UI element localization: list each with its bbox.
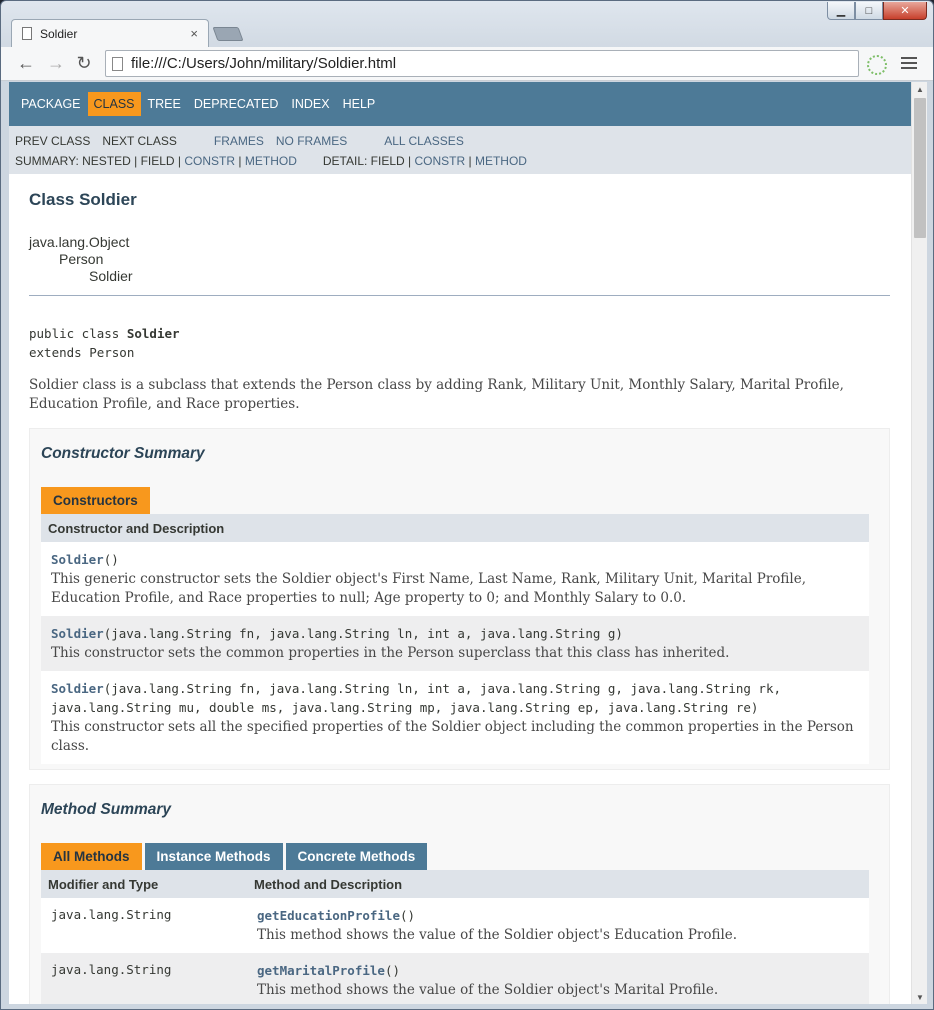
- url-text[interactable]: file:///C:/Users/John/military/Soldier.h…: [131, 55, 396, 72]
- constructor-description: This constructor sets all the specified …: [51, 719, 854, 754]
- col-method-description: Method and Description: [254, 876, 403, 892]
- method-summary: Method Summary All Methods Instance Meth…: [29, 784, 890, 1004]
- inheritance-tree: java.lang.Object Person Soldier: [29, 234, 891, 285]
- close-window-button[interactable]: ✕: [883, 2, 927, 20]
- browser-window: Soldier × ▁ □ ✕ ← → ↻ file:///C:/Users/J…: [0, 0, 934, 1010]
- no-frames-link[interactable]: NO FRAMES: [276, 134, 347, 148]
- inheritance-soldier: Soldier: [89, 268, 133, 284]
- detail-label: DETAIL: FIELD |: [322, 154, 412, 168]
- constructor-summary-heading: Constructor Summary: [41, 445, 205, 462]
- method-summary-heading: Method Summary: [41, 801, 172, 818]
- new-tab-button[interactable]: [212, 27, 244, 41]
- nav-deprecated[interactable]: DEPRECATED: [188, 92, 285, 116]
- method-description: This method shows the value of the Soldi…: [257, 982, 719, 998]
- page-title: Class Soldier: [29, 190, 137, 209]
- sub-navigation: PREV CLASS NEXT CLASS FRAMES NO FRAMES A…: [9, 126, 911, 174]
- method-link[interactable]: getEducationProfile: [257, 908, 400, 923]
- summary-method-link[interactable]: METHOD: [245, 154, 297, 168]
- detail-method-link[interactable]: METHOD: [475, 154, 527, 168]
- page-icon: [112, 56, 123, 71]
- browser-toolbar: ← → ↻ file:///C:/Users/John/military/Sol…: [1, 47, 933, 81]
- method-table: Modifier and Type Method and Description…: [41, 870, 869, 1004]
- constructor-params: (java.lang.String fn, java.lang.String l…: [103, 626, 623, 641]
- method-link[interactable]: getMaritalProfile: [257, 963, 385, 978]
- main-content: Class Soldier java.lang.Object Person So…: [9, 174, 911, 1004]
- page-viewport: PACKAGE CLASS TREE DEPRECATED INDEX HELP…: [9, 82, 911, 1004]
- top-navigation: PACKAGE CLASS TREE DEPRECATED INDEX HELP: [9, 82, 911, 126]
- class-description: Soldier class is a subclass that extends…: [29, 377, 844, 412]
- title-bar: Soldier × ▁ □ ✕: [1, 1, 933, 47]
- method-table-header: Modifier and Type Method and Description: [41, 870, 869, 898]
- constructor-summary: Constructor Summary Constructors Constru…: [29, 428, 890, 770]
- constructors-caption: Constructors: [41, 487, 150, 514]
- next-class-link: NEXT CLASS: [102, 134, 177, 148]
- decl-class-name: Soldier: [126, 326, 180, 341]
- window-controls: ▁ □ ✕: [827, 2, 927, 20]
- constructor-table: Constructor and Description Soldier() Th…: [41, 514, 869, 764]
- menu-icon[interactable]: [901, 55, 917, 71]
- table-row: Soldier(java.lang.String fn, java.lang.S…: [41, 671, 869, 764]
- minimize-button[interactable]: ▁: [827, 2, 855, 20]
- forward-arrow-icon[interactable]: →: [45, 52, 67, 74]
- table-row: java.lang.String getEducationProfile() T…: [41, 898, 869, 953]
- scroll-up-icon[interactable]: ▲: [912, 82, 928, 96]
- back-arrow-icon[interactable]: ←: [15, 52, 37, 74]
- divider: [29, 295, 890, 296]
- method-return-type: java.lang.String: [51, 962, 172, 977]
- constructor-table-header: Constructor and Description: [41, 514, 869, 542]
- all-classes-link[interactable]: ALL CLASSES: [384, 134, 464, 148]
- table-row: java.lang.String getMaritalProfile() Thi…: [41, 953, 869, 1004]
- browser-tab[interactable]: Soldier ×: [11, 19, 209, 47]
- detail-constr-link[interactable]: CONSTR: [414, 154, 465, 168]
- method-description: This method shows the value of the Soldi…: [257, 927, 738, 943]
- inheritance-object[interactable]: java.lang.Object: [29, 234, 891, 251]
- address-bar[interactable]: file:///C:/Users/John/military/Soldier.h…: [105, 50, 859, 77]
- document-icon: [22, 27, 32, 40]
- prev-class-link: PREV CLASS: [15, 134, 91, 148]
- nav-class: CLASS: [87, 92, 141, 116]
- tab-all-methods[interactable]: All Methods: [41, 843, 142, 870]
- summary-constr-link[interactable]: CONSTR: [184, 154, 235, 168]
- constructor-description: This generic constructor sets the Soldie…: [51, 571, 807, 606]
- constructor-link[interactable]: Soldier: [51, 552, 104, 567]
- vertical-scrollbar[interactable]: ▲ ▼: [911, 82, 927, 1004]
- class-declaration: public class Soldier extends Person: [29, 324, 891, 362]
- constructor-params: (java.lang.String fn, java.lang.String l…: [51, 681, 781, 715]
- tab-close-icon[interactable]: ×: [190, 26, 198, 41]
- nav-help[interactable]: HELP: [337, 92, 382, 116]
- constructor-params: (): [103, 552, 119, 567]
- method-params: (): [384, 963, 400, 978]
- tab-concrete-methods[interactable]: Concrete Methods: [285, 843, 428, 870]
- nav-tree[interactable]: TREE: [142, 92, 187, 116]
- tab-instance-methods[interactable]: Instance Methods: [144, 843, 283, 870]
- scroll-thumb[interactable]: [914, 98, 926, 238]
- constructor-link[interactable]: Soldier: [51, 626, 104, 641]
- reload-icon[interactable]: ↻: [73, 52, 95, 74]
- method-params: (): [400, 908, 416, 923]
- frames-link[interactable]: FRAMES: [214, 134, 264, 148]
- method-return-type: java.lang.String: [51, 907, 172, 922]
- summary-label: SUMMARY: NESTED | FIELD |: [15, 154, 182, 168]
- inheritance-person[interactable]: Person: [29, 251, 891, 268]
- summary-separator: |: [238, 154, 242, 168]
- scroll-down-icon[interactable]: ▼: [912, 990, 928, 1004]
- maximize-button[interactable]: □: [855, 2, 883, 20]
- decl-extends: extends Person: [29, 345, 135, 360]
- nav-index[interactable]: INDEX: [285, 92, 335, 116]
- detail-separator: |: [468, 154, 472, 168]
- constructor-description: This constructor sets the common propert…: [51, 645, 730, 661]
- extension-icon[interactable]: [867, 55, 887, 75]
- table-row: Soldier(java.lang.String fn, java.lang.S…: [41, 616, 869, 671]
- nav-package[interactable]: PACKAGE: [15, 92, 87, 116]
- tab-title: Soldier: [40, 26, 78, 41]
- table-row: Soldier() This generic constructor sets …: [41, 542, 869, 616]
- decl-prefix: public class: [29, 326, 127, 341]
- col-modifier-type: Modifier and Type: [48, 876, 159, 892]
- constructor-link[interactable]: Soldier: [51, 681, 104, 696]
